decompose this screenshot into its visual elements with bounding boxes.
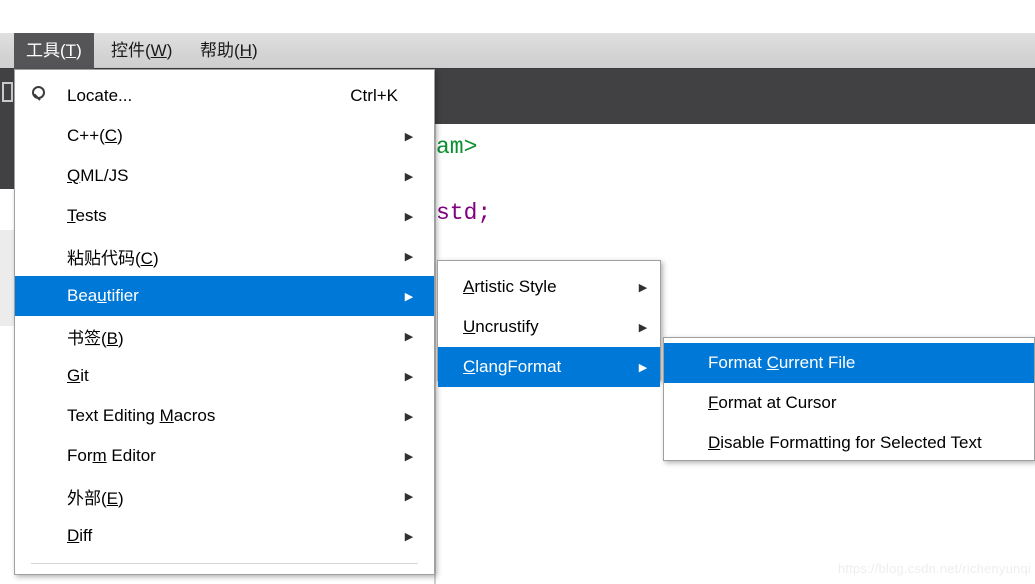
menu-item-format-current-file[interactable]: Format Current File: [664, 343, 1034, 383]
menu-item-qmljs-label: QML/JS: [67, 166, 129, 185]
left-dock-lower-strip: [0, 230, 14, 326]
menu-item-bookmarks[interactable]: 书签(B) ▶: [15, 316, 434, 356]
chevron-right-icon: ▶: [404, 249, 414, 263]
menu-item-locate-label: Locate...: [67, 86, 133, 105]
menu-item-tests-label: Tests: [67, 206, 107, 225]
code-line-1: am>: [436, 134, 478, 160]
chevron-right-icon: ▶: [638, 320, 648, 334]
menu-item-beautifier-label: Beautifier: [67, 286, 139, 305]
menu-tools[interactable]: Locate... Ctrl+K C++(C) ▶ QML/JS ▶ Tests…: [14, 69, 435, 584]
search-icon: [15, 85, 67, 107]
menu-item-locate-shortcut: Ctrl+K: [350, 86, 398, 105]
watermark: https://blog.csdn.net/richenyunqi: [837, 561, 1031, 576]
menubar-item-help-label: 帮助(H): [200, 41, 258, 60]
menu-item-options-label: 选项(O)...: [15, 579, 398, 584]
menu-item-tests[interactable]: Tests ▶: [15, 196, 434, 236]
menu-item-format-at-cursor-label: Format at Cursor: [708, 393, 837, 412]
menu-item-artistic-style-label: Artistic Style: [463, 277, 557, 296]
menu-item-text-editing-macros[interactable]: Text Editing Macros ▶: [15, 396, 434, 436]
menu-item-disable-formatting-label: Disable Formatting for Selected Text: [708, 433, 982, 452]
menu-item-locate[interactable]: Locate... Ctrl+K: [15, 76, 434, 116]
menu-item-bookmarks-label: 书签(B): [67, 328, 124, 348]
menu-item-paste-code[interactable]: 粘贴代码(C) ▶: [15, 236, 434, 276]
menu-item-disable-formatting[interactable]: Disable Formatting for Selected Text: [664, 423, 1034, 463]
menu-item-uncrustify-label: Uncrustify: [463, 317, 539, 336]
menu-item-qmljs[interactable]: QML/JS ▶: [15, 156, 434, 196]
menu-item-format-current-file-label: Format Current File: [708, 353, 856, 372]
menu-item-external-label: 外部(E): [67, 488, 124, 508]
chevron-right-icon: ▶: [404, 209, 414, 223]
menu-separator: [31, 563, 418, 564]
submenu-beautifier[interactable]: Artistic Style ▶ Uncrustify ▶ ClangForma…: [437, 260, 661, 387]
menubar-item-widgets-label: 控件(W): [111, 41, 173, 60]
menubar-item-tools-label: 工具(T): [26, 41, 82, 60]
chevron-right-icon: ▶: [404, 329, 414, 343]
chevron-right-icon: ▶: [404, 129, 414, 143]
menu-item-format-at-cursor[interactable]: Format at Cursor: [664, 383, 1034, 423]
menu-item-form-editor-label: Form Editor: [67, 446, 156, 465]
menu-item-cpp[interactable]: C++(C) ▶: [15, 116, 434, 156]
menu-item-beautifier[interactable]: Beautifier ▶: [15, 276, 434, 316]
menu-item-text-editing-macros-label: Text Editing Macros: [67, 406, 216, 425]
menu-item-diff-label: Diff: [67, 526, 93, 545]
chevron-right-icon: ▶: [404, 409, 414, 423]
menu-item-form-editor[interactable]: Form Editor ▶: [15, 436, 434, 476]
menubar-item-help[interactable]: 帮助(H): [188, 33, 270, 69]
submenu-clangformat[interactable]: Format Current File Format at Cursor Dis…: [663, 337, 1035, 461]
menu-item-git[interactable]: Git ▶: [15, 356, 434, 396]
menubar-item-tools[interactable]: 工具(T): [14, 33, 94, 69]
menu-bar: 工具(T) 控件(W) 帮助(H): [0, 33, 1035, 69]
menu-item-options[interactable]: 选项(O)...: [15, 571, 434, 584]
application-window: 工具(T) 控件(W) 帮助(H) ✕ main() -> int am> st…: [0, 0, 1035, 584]
menu-item-clangformat-label: ClangFormat: [463, 357, 562, 376]
menu-item-external[interactable]: 外部(E) ▶: [15, 476, 434, 516]
menu-item-git-label: Git: [67, 366, 89, 385]
chevron-right-icon: ▶: [404, 169, 414, 183]
chevron-right-icon: ▶: [404, 489, 414, 503]
menu-item-cpp-label: C++(C): [67, 126, 123, 145]
window-top-strip: [0, 0, 1035, 33]
chevron-right-icon: ▶: [404, 369, 414, 383]
chevron-right-icon: ▶: [638, 360, 648, 374]
menu-item-artistic-style[interactable]: Artistic Style ▶: [438, 267, 660, 307]
menu-item-clangformat[interactable]: ClangFormat ▶: [438, 347, 660, 387]
menu-item-paste-code-label: 粘贴代码(C): [67, 248, 159, 268]
chevron-right-icon: ▶: [638, 280, 648, 294]
chevron-right-icon: ▶: [404, 529, 414, 543]
code-line-2: std;: [436, 200, 492, 226]
chevron-right-icon: ▶: [404, 449, 414, 463]
menu-item-uncrustify[interactable]: Uncrustify ▶: [438, 307, 660, 347]
document-icon: [2, 82, 13, 102]
menu-item-diff[interactable]: Diff ▶: [15, 516, 434, 556]
menubar-item-widgets[interactable]: 控件(W): [99, 33, 184, 69]
chevron-right-icon: ▶: [404, 289, 414, 303]
